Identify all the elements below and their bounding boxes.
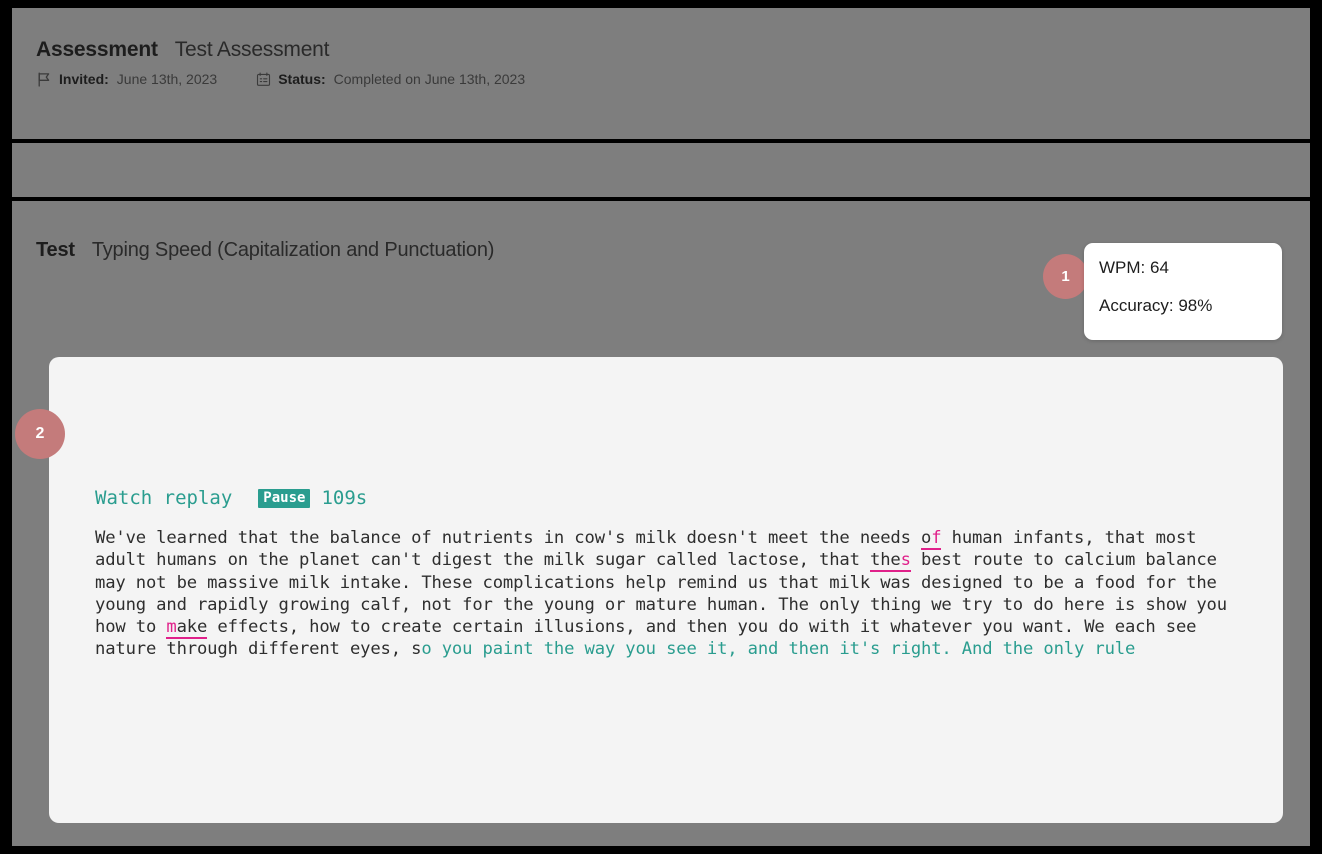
assessment-title-row: Assessment Test Assessment: [36, 38, 1236, 62]
typing-replay-card: Watch replay Pause 109s We've learned th…: [49, 357, 1283, 823]
test-label: Test: [36, 239, 75, 261]
pause-button[interactable]: Pause: [258, 488, 311, 508]
section-divider-band: [12, 143, 1310, 197]
invited-label: Invited:: [59, 71, 109, 87]
annotation-marker-1: 1: [1043, 254, 1088, 299]
status-value: Completed on June 13th, 2023: [333, 71, 526, 87]
passage-segment-correct: We've learned that the balance of nutrie…: [95, 528, 922, 548]
passage-segment-error-char: m: [166, 617, 177, 640]
watch-replay-link[interactable]: Watch replay: [95, 487, 232, 509]
calendar-checklist-icon: [255, 71, 271, 87]
status-label: Status:: [278, 71, 326, 87]
status-meta: Status: Completed on June 13th, 2023: [255, 71, 525, 87]
stats-card: WPM: 64 Accuracy: 98%: [1084, 243, 1282, 340]
passage-segment-error: the: [870, 550, 901, 573]
passage-segment-error: o: [921, 528, 932, 550]
assessment-meta-row: Invited: June 13th, 2023 Status: Complet…: [36, 71, 1236, 87]
test-name: Typing Speed (Capitalization and Punctua…: [91, 239, 495, 261]
passage-segment-pending: o you paint the way you see it, and then…: [421, 639, 1136, 660]
invited-value: June 13th, 2023: [116, 71, 218, 87]
annotation-marker-2: 2: [15, 409, 65, 459]
flag-icon: [36, 71, 52, 87]
replay-controls: Watch replay Pause 109s: [95, 487, 367, 509]
assessment-header: Assessment Test Assessment Invited: June…: [36, 38, 1236, 87]
invited-meta: Invited: June 13th, 2023: [36, 71, 217, 87]
test-title-row: Test Typing Speed (Capitalization and Pu…: [36, 239, 494, 262]
elapsed-time: 109s: [321, 487, 368, 509]
accuracy-stat: Accuracy: 98%: [1099, 296, 1213, 315]
passage-segment-error-char: f: [931, 528, 942, 550]
wpm-stat: WPM: 64: [1099, 258, 1169, 277]
assessment-name: Test Assessment: [174, 38, 330, 61]
page-root: Assessment Test Assessment Invited: June…: [0, 0, 1322, 854]
typed-passage: We've learned that the balance of nutrie…: [95, 527, 1245, 661]
passage-segment-error-char: s: [900, 550, 911, 573]
assessment-label: Assessment: [36, 38, 158, 61]
passage-segment-error: ake: [176, 617, 208, 640]
